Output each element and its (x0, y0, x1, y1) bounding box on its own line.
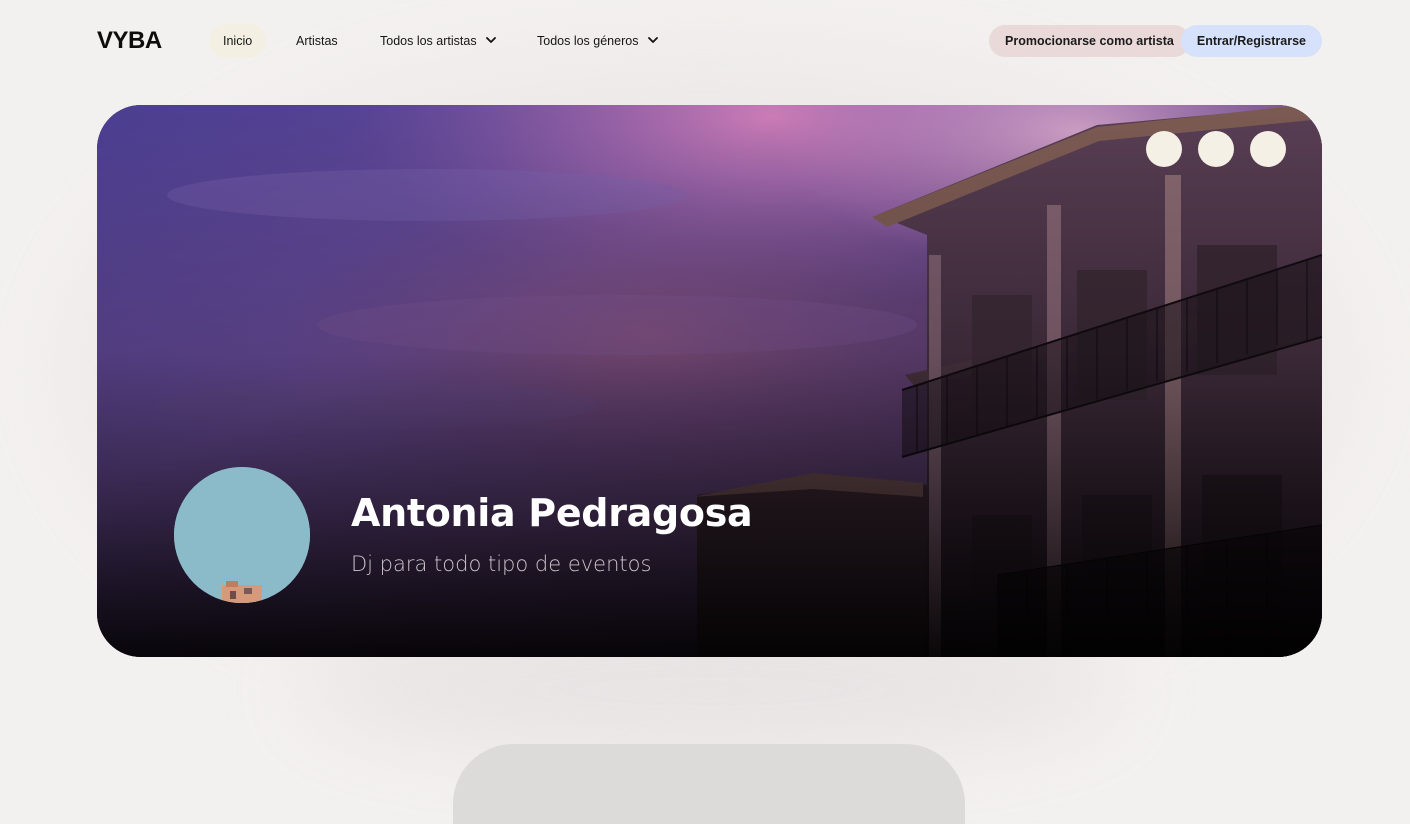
nav-inicio-label: Inicio (223, 34, 253, 48)
promote-artist-button[interactable]: Promocionarse como artista (989, 25, 1190, 57)
artist-name: Antonia Pedragosa (351, 491, 753, 535)
artist-subtitle: Dj para todo tipo de eventos (351, 552, 652, 576)
carousel-dot[interactable] (1198, 131, 1234, 167)
carousel-dots (1146, 131, 1286, 167)
logo[interactable]: VYBA (97, 27, 162, 55)
nav-todos-generos-label: Todos los géneros (537, 34, 639, 48)
top-navbar: VYBA Inicio Artistas Todos los artistas … (97, 24, 1322, 58)
nav-artistas[interactable]: Artistas (296, 24, 338, 58)
search-card-partial (453, 744, 965, 824)
nav-todos-artistas-dropdown[interactable]: Todos los artistas (380, 24, 496, 58)
nav-inicio[interactable]: Inicio (209, 24, 267, 58)
artist-hero-banner[interactable]: Antonia Pedragosa Dj para todo tipo de e… (97, 105, 1322, 657)
carousel-dot[interactable] (1250, 131, 1286, 167)
login-register-button[interactable]: Entrar/Registrarse (1180, 25, 1322, 57)
carousel-dot[interactable] (1146, 131, 1182, 167)
nav-artistas-label: Artistas (296, 34, 338, 48)
nav-todos-artistas-label: Todos los artistas (380, 34, 477, 48)
avatar-image (174, 467, 310, 603)
chevron-down-icon (648, 36, 658, 43)
artist-avatar[interactable] (174, 467, 310, 603)
nav-todos-generos-dropdown[interactable]: Todos los géneros (537, 24, 658, 58)
chevron-down-icon (486, 36, 496, 43)
